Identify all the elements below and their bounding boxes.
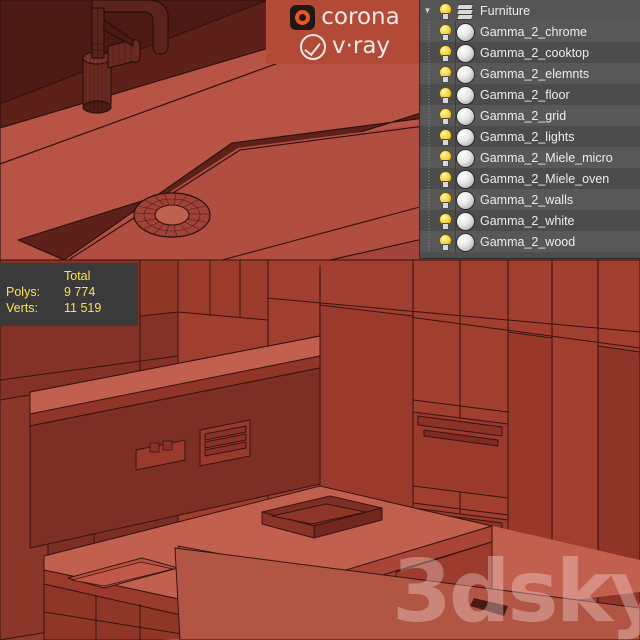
- corona-wordmark: corona: [321, 4, 400, 30]
- column-divider: [455, 105, 456, 126]
- lightbulb-icon[interactable]: [435, 105, 454, 126]
- stats-verts-value: 11 519: [64, 301, 102, 315]
- layer-row[interactable]: Gamma_2_wood: [420, 231, 640, 252]
- scene-statistics-overlay: Total Polys: 9 774 Verts: 11 519: [0, 263, 138, 326]
- layer-row-label: Gamma_2_grid: [480, 108, 567, 123]
- lightbulb-icon[interactable]: [435, 63, 454, 84]
- corona-ring-icon: [290, 5, 316, 30]
- layer-group-label: Furniture: [480, 3, 531, 18]
- layer-row-label: Gamma_2_floor: [480, 87, 570, 102]
- material-sphere-icon[interactable]: [454, 189, 476, 210]
- layer-row-list: Gamma_2_chrome Gamma_2_cooktop Gamma_2_ele…: [420, 21, 640, 252]
- corona-logo: corona: [290, 4, 400, 32]
- layer-row[interactable]: Gamma_2_lights: [420, 126, 640, 147]
- lightbulb-icon[interactable]: [435, 210, 454, 231]
- layer-row-label: Gamma_2_wood: [480, 234, 576, 249]
- material-sphere-icon[interactable]: [454, 231, 476, 252]
- material-sphere-icon[interactable]: [454, 42, 476, 63]
- stats-polys-value: 9 774: [64, 285, 96, 299]
- column-divider: [455, 42, 456, 63]
- layer-explorer-panel[interactable]: ▼ Furniture Gamma_2_chrome Gamma_2_cookto…: [419, 0, 640, 259]
- layer-row[interactable]: Gamma_2_grid: [420, 105, 640, 126]
- sink-drain: [133, 192, 211, 238]
- column-divider: [455, 63, 456, 84]
- lightbulb-icon[interactable]: [435, 231, 454, 252]
- layer-row-label: Gamma_2_elemnts: [480, 66, 590, 81]
- column-divider: [455, 189, 456, 210]
- layer-row-label: Gamma_2_cooktop: [480, 45, 590, 60]
- layer-row-label: Gamma_2_Miele_micro: [480, 150, 613, 165]
- layer-row-label: Gamma_2_lights: [480, 129, 575, 144]
- lightbulb-icon[interactable]: [435, 189, 454, 210]
- layer-row-label: Gamma_2_chrome: [480, 24, 587, 39]
- material-sphere-icon[interactable]: [454, 147, 476, 168]
- material-sphere-icon[interactable]: [454, 84, 476, 105]
- column-divider: [455, 126, 456, 147]
- lightbulb-icon[interactable]: [435, 0, 454, 21]
- material-sphere-icon[interactable]: [454, 105, 476, 126]
- layer-row[interactable]: Gamma_2_chrome: [420, 21, 640, 42]
- layer-row[interactable]: Gamma_2_floor: [420, 84, 640, 105]
- vray-logo: v·ray: [299, 33, 391, 61]
- layer-row[interactable]: Gamma_2_walls: [420, 189, 640, 210]
- lightbulb-icon[interactable]: [435, 168, 454, 189]
- layer-row[interactable]: Gamma_2_white: [420, 210, 640, 231]
- layer-stack-icon: [454, 0, 475, 21]
- layer-row-label: Gamma_2_walls: [480, 192, 574, 207]
- layer-row[interactable]: Gamma_2_cooktop: [420, 42, 640, 63]
- column-divider: [455, 84, 456, 105]
- stats-polys-label: Polys:: [6, 285, 41, 299]
- material-sphere-icon[interactable]: [454, 168, 476, 189]
- material-sphere-icon[interactable]: [454, 210, 476, 231]
- column-divider: [455, 147, 456, 168]
- column-divider: [455, 21, 456, 42]
- lightbulb-icon[interactable]: [435, 42, 454, 63]
- vray-check-circle-icon: [299, 33, 326, 60]
- material-sphere-icon[interactable]: [454, 21, 476, 42]
- chevron-down-icon[interactable]: ▼: [420, 0, 435, 21]
- lightbulb-icon[interactable]: [435, 147, 454, 168]
- layer-row-label: Gamma_2_white: [480, 213, 575, 228]
- stats-header: Total: [64, 269, 91, 283]
- layer-row[interactable]: Gamma_2_Miele_oven: [420, 168, 640, 189]
- material-sphere-icon[interactable]: [454, 63, 476, 84]
- vray-wordmark: v·ray: [331, 33, 391, 59]
- render-engine-logos: corona v·ray: [266, 0, 424, 64]
- lightbulb-icon[interactable]: [435, 84, 454, 105]
- material-sphere-icon[interactable]: [454, 126, 476, 147]
- app-root: corona v·ray ▼ Furniture Gamma_2_chrome G…: [0, 0, 640, 640]
- lightbulb-icon[interactable]: [435, 21, 454, 42]
- column-divider: [455, 168, 456, 189]
- lightbulb-icon[interactable]: [435, 126, 454, 147]
- stats-verts-label: Verts:: [6, 301, 38, 315]
- layer-row-label: Gamma_2_Miele_oven: [480, 171, 610, 186]
- layer-group-row-furniture[interactable]: ▼ Furniture: [420, 0, 640, 21]
- layer-row[interactable]: Gamma_2_Miele_micro: [420, 147, 640, 168]
- column-divider: [455, 210, 456, 231]
- layer-row[interactable]: Gamma_2_elemnts: [420, 63, 640, 84]
- column-divider: [455, 231, 456, 252]
